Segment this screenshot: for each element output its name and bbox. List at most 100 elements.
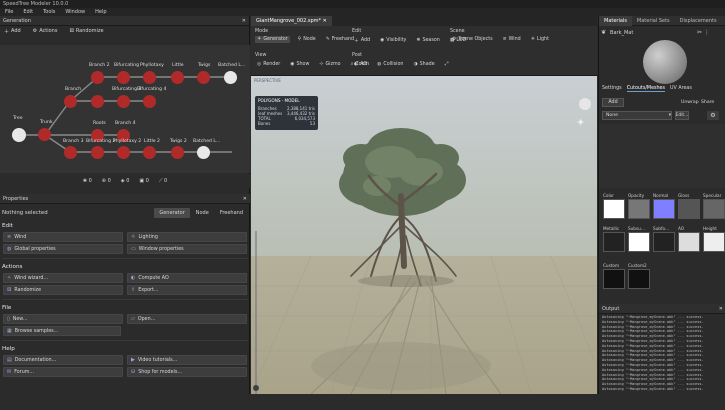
mode-generator[interactable]: Generator [154, 208, 190, 218]
randomize-button[interactable]: ⚄ Randomize [67, 27, 105, 35]
swatch-custom[interactable]: Custom [603, 263, 625, 289]
graph-node[interactable] [224, 71, 237, 86]
swatch-specular[interactable]: Specular [703, 193, 725, 219]
toolbar-wind[interactable]: ≋ Wind [501, 36, 523, 43]
lighting-button[interactable]: ☼ Lighting [127, 232, 247, 242]
randomize-action-button[interactable]: ⚄ Randomize [3, 285, 123, 295]
menu-help[interactable]: Help [90, 9, 111, 15]
swatch-color[interactable]: Color [603, 193, 625, 219]
mesh-select-value: None [606, 113, 618, 118]
tab-material-sets[interactable]: Material Sets [632, 16, 675, 26]
add-button[interactable]: ＋ Add [2, 27, 23, 36]
graph-node[interactable] [64, 95, 77, 110]
wind-wizard-button[interactable]: ✧ Wind wizard... [3, 273, 123, 283]
unwrap-button[interactable]: Unwrap [681, 100, 699, 105]
new-button[interactable]: ▯ New... [3, 314, 123, 324]
menu-edit[interactable]: Edit [18, 9, 38, 15]
graph-node[interactable] [91, 146, 104, 161]
toolbar-ao[interactable]: ◐ AO [352, 61, 369, 68]
swatch-subfo[interactable]: Subfo... [653, 226, 675, 252]
output-log[interactable]: Autosaving "~Mangrove_myScene.abk" ... s… [599, 314, 725, 393]
generation-graph[interactable]: Tree Trunk Branch Branch 2 Bifurcating P… [0, 45, 250, 173]
close-icon[interactable]: ✕ [242, 18, 246, 24]
graph-node[interactable] [64, 146, 77, 161]
toolbar-collision[interactable]: ◍ Collision [375, 61, 405, 68]
close-icon[interactable]: ✕ [719, 306, 723, 312]
swatch-metallic[interactable]: Metallic [603, 226, 625, 252]
graph-node[interactable] [117, 71, 130, 86]
menu-file[interactable]: File [0, 9, 18, 15]
forum-button[interactable]: ✉ Forum... [3, 367, 123, 377]
window-properties-button[interactable]: ▭ Window properties [127, 244, 247, 254]
documentation-button[interactable]: ▤ Documentation... [3, 355, 123, 365]
3d-viewport[interactable]: PERSPECTIVE POLYGONS · MODEL Branches 2,3… [251, 76, 597, 394]
toolbar-render[interactable]: ◎ Render [255, 61, 282, 68]
mode-node[interactable]: Node [191, 208, 214, 218]
swatch-normal[interactable]: Normal [653, 193, 675, 219]
graph-node[interactable] [117, 95, 130, 110]
wind-button[interactable]: ≋ Wind [3, 232, 123, 242]
toolbar-show[interactable]: ◉ Show [288, 61, 311, 68]
toolbar-season[interactable]: ❅ Season [414, 37, 441, 44]
actions-button[interactable]: ⚙ Actions [31, 27, 60, 35]
swatch-height[interactable]: Height [703, 226, 725, 252]
graph-node[interactable] [197, 71, 210, 86]
settings-icon[interactable]: ⚙ [707, 111, 719, 120]
graph-node[interactable] [143, 146, 156, 161]
edit-mesh-button[interactable]: Edit... [675, 111, 689, 120]
expand-icon[interactable]: ⤢ [443, 60, 451, 68]
swatch-ao[interactable]: AO [678, 226, 700, 252]
close-icon[interactable]: ✕ [323, 18, 327, 24]
mode-freehand[interactable]: Freehand [215, 208, 248, 218]
toolbar-add[interactable]: ＋ Add [352, 36, 372, 45]
tab-materials[interactable]: Materials [599, 15, 632, 26]
bark-icon: ❦ [601, 29, 607, 36]
export-button[interactable]: ⇪ Export... [127, 285, 247, 295]
tab-displacements[interactable]: Displacements [675, 16, 722, 26]
material-add-button[interactable]: Add [602, 98, 624, 107]
graph-node[interactable] [91, 71, 104, 86]
mesh-list[interactable] [599, 124, 725, 188]
post-group: Post ◐ AO ◍ Collision ◑ Shade ⤢ [352, 53, 451, 68]
toolbar-node[interactable]: ⚲ Node [296, 36, 318, 43]
graph-node[interactable] [12, 128, 26, 144]
subtab-settings[interactable]: Settings [602, 86, 622, 92]
toolbar-visibility[interactable]: ◉ Visibility [378, 37, 408, 44]
toolbar-shade[interactable]: ◑ Shade [411, 61, 436, 68]
graph-node[interactable] [171, 146, 184, 161]
browse-samples-button[interactable]: ▦ Browse samples... [3, 326, 121, 336]
open-button[interactable]: ▱ Open... [127, 314, 247, 324]
material-actions-icon[interactable]: ✂ ⋮ [697, 29, 710, 36]
graph-node[interactable] [197, 146, 210, 161]
graph-node[interactable] [38, 128, 51, 143]
share-button[interactable]: Share [701, 100, 714, 105]
toolbar-scene-objects[interactable]: ⚙ Scene Objects [450, 36, 495, 43]
light-direction-icon[interactable] [579, 98, 591, 110]
swatch-gloss[interactable]: Gloss [678, 193, 700, 219]
compute-ao-button[interactable]: ◐ Compute AO [127, 273, 247, 283]
mesh-select[interactable]: None ▾ [602, 111, 672, 120]
graph-node[interactable] [143, 71, 156, 86]
swatch-subsurface[interactable]: Subsu... [628, 226, 650, 252]
graph-node[interactable] [171, 71, 184, 86]
camera-gizmo-icon[interactable]: ✦ [576, 116, 585, 129]
menu-window[interactable]: Window [60, 9, 90, 15]
subtab-cutouts[interactable]: Cutouts/Meshes [626, 86, 666, 92]
menu-tools[interactable]: Tools [38, 9, 60, 15]
toolbar-gizmo[interactable]: ⊹ Gizmo [317, 61, 342, 68]
shop-button[interactable]: ⛁ Shop for models... [127, 367, 247, 377]
graph-node[interactable] [143, 95, 156, 110]
material-name[interactable]: Bark_Mat [610, 30, 633, 36]
graph-node[interactable] [91, 95, 104, 110]
subtab-uv-areas[interactable]: UV Areas [670, 86, 692, 92]
toolbar-light[interactable]: ☀ Light [529, 36, 551, 43]
document-tab[interactable]: GiantMangrove_002.spm* ✕ [251, 16, 332, 26]
toolbar-generator[interactable]: ⚘ Generator [255, 36, 290, 43]
graph-node[interactable] [117, 146, 130, 161]
swatch-opacity[interactable]: Opacity [628, 193, 650, 219]
material-preview[interactable] [643, 40, 687, 84]
video-tutorials-button[interactable]: ▶ Video tutorials... [127, 355, 247, 365]
global-properties-button[interactable]: ◍ Global properties [3, 244, 123, 254]
swatch-custom2[interactable]: Custom2 [628, 263, 650, 289]
close-icon[interactable]: ✕ [243, 196, 247, 202]
